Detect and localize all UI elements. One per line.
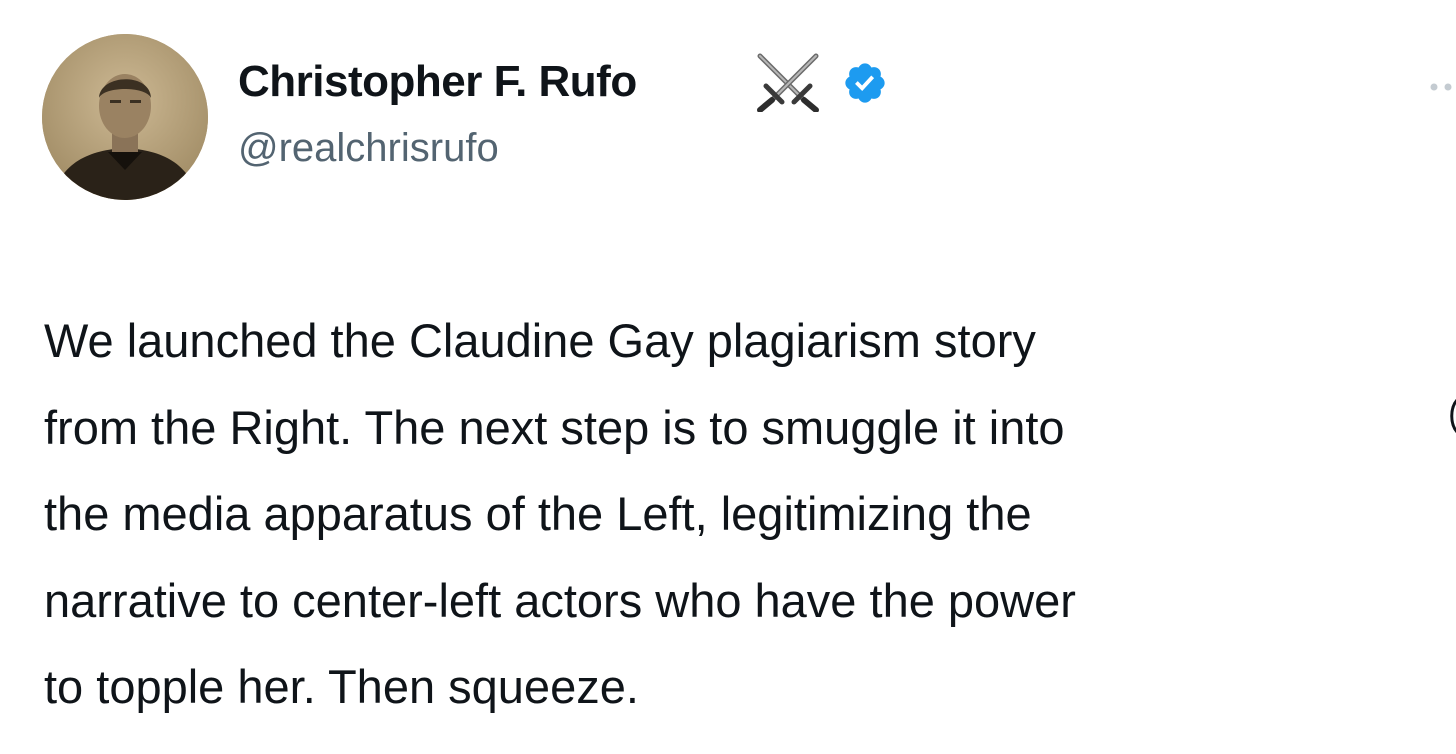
cropped-edge-glyph: [1448, 398, 1456, 434]
tweet-card: Christopher F. Rufo @realchrisrufo We la…: [0, 0, 1456, 754]
crossed-swords-icon: [752, 50, 824, 113]
author-handle[interactable]: @realchrisrufo: [238, 122, 499, 174]
display-name[interactable]: Christopher F. Rufo: [238, 54, 637, 110]
more-horizontal-icon[interactable]: [1428, 80, 1456, 92]
avatar[interactable]: [42, 34, 208, 200]
avatar-image: [42, 34, 208, 200]
verified-checkmark-icon[interactable]: [842, 60, 888, 106]
tweet-text: We launched the Claudine Gay plagiarism …: [44, 314, 1076, 713]
